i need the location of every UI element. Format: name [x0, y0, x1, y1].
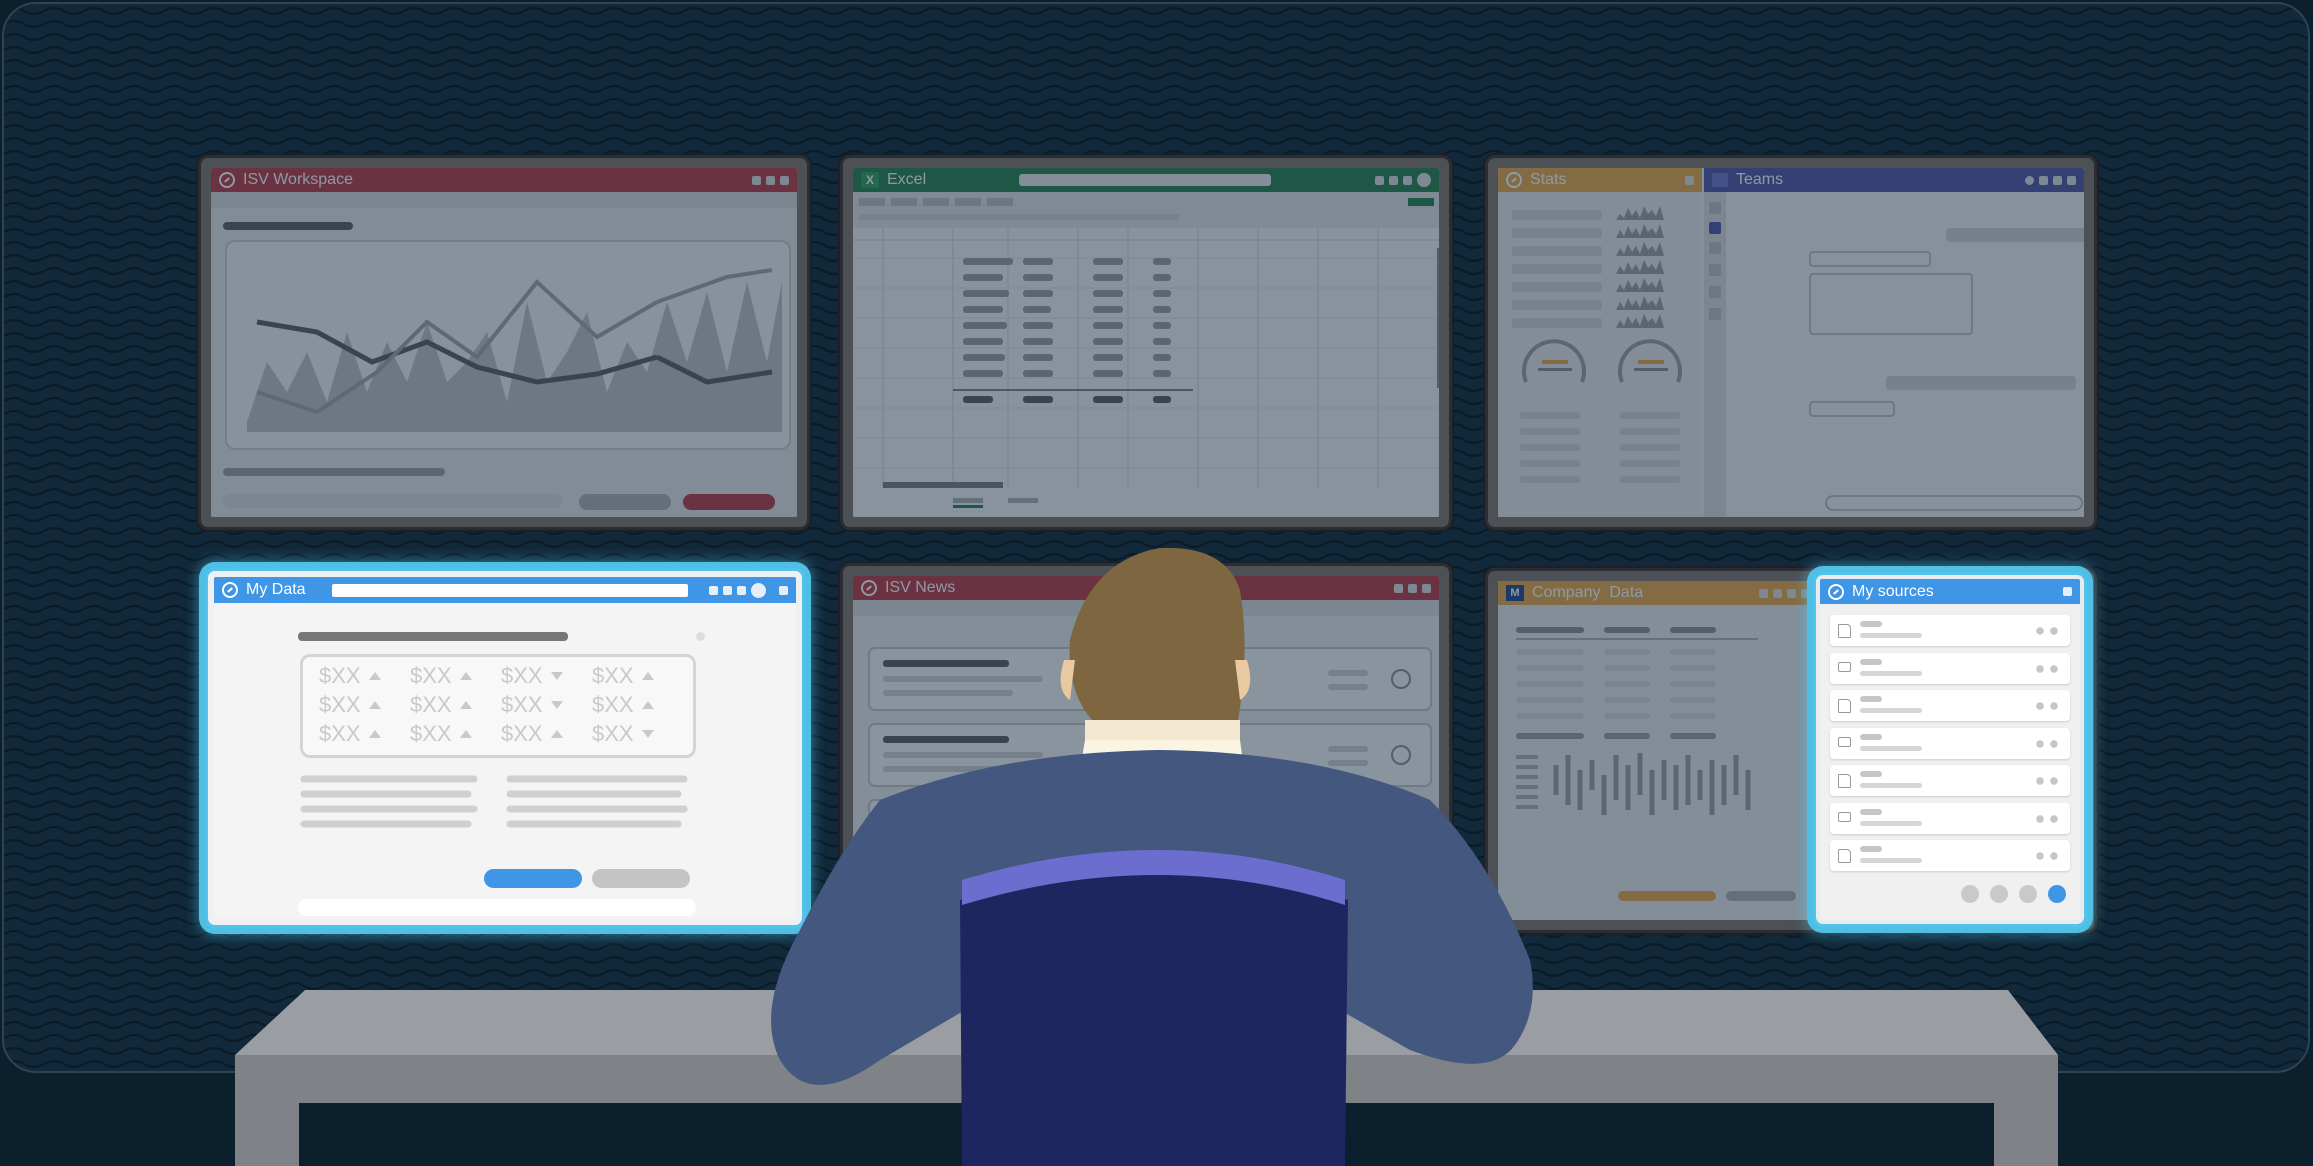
person-hair [1069, 547, 1245, 720]
illustration: ISV Workspace X Excel Stats Teams My Dat… [0, 0, 2313, 1166]
desk-leg-left [235, 1103, 299, 1166]
chair-back [960, 870, 1348, 1166]
desk-and-person [235, 547, 2058, 1166]
desk-leg-right [1994, 1103, 2058, 1166]
